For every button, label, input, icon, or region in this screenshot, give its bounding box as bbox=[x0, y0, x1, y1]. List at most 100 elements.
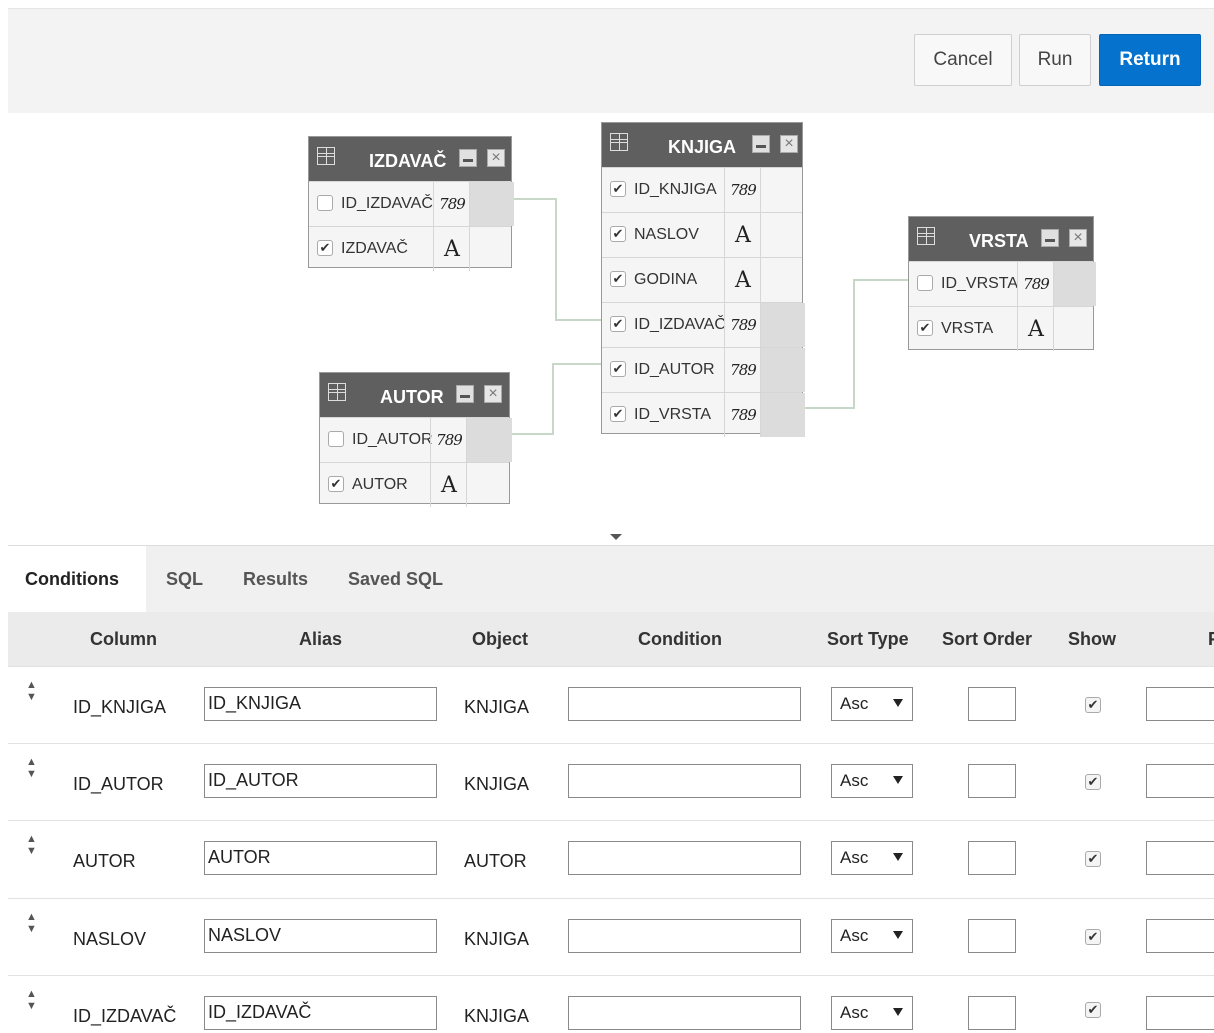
column-checkbox[interactable]: ✔ bbox=[917, 320, 933, 336]
number-type-icon: 789 bbox=[724, 303, 761, 347]
sort-order-input[interactable] bbox=[968, 919, 1016, 953]
column-name: GODINA bbox=[634, 271, 698, 288]
show-checkbox[interactable]: ✔ bbox=[1085, 774, 1101, 790]
alias-input[interactable]: ID_AUTOR bbox=[204, 764, 437, 798]
sort-order-input[interactable] bbox=[968, 687, 1016, 721]
sort-type-select[interactable]: Asc bbox=[831, 996, 913, 1030]
move-arrows[interactable]: ▲ ▼ bbox=[26, 833, 37, 857]
show-checkbox[interactable]: ✔ bbox=[1085, 697, 1101, 713]
minimize-icon[interactable] bbox=[459, 149, 477, 167]
dropdown-arrow-icon bbox=[893, 1008, 903, 1016]
move-down-icon[interactable]: ▼ bbox=[26, 768, 37, 780]
move-up-icon[interactable]: ▲ bbox=[26, 833, 37, 845]
sort-type-value: Asc bbox=[840, 771, 869, 790]
move-arrows[interactable]: ▲ ▼ bbox=[26, 911, 37, 935]
close-icon[interactable]: × bbox=[487, 149, 505, 167]
move-down-icon[interactable]: ▼ bbox=[26, 923, 37, 935]
move-up-icon[interactable]: ▲ bbox=[26, 756, 37, 768]
join-line-autor-knjiga bbox=[510, 363, 601, 435]
move-down-icon[interactable]: ▼ bbox=[26, 845, 37, 857]
column-checkbox[interactable]: ✔ bbox=[610, 361, 626, 377]
condition-input[interactable] bbox=[568, 764, 801, 798]
show-checkbox[interactable]: ✔ bbox=[1085, 1002, 1101, 1018]
run-button[interactable]: Run bbox=[1019, 34, 1091, 86]
condition-input[interactable] bbox=[568, 841, 801, 875]
minimize-icon[interactable] bbox=[1041, 229, 1059, 247]
tab-sql[interactable]: SQL bbox=[166, 546, 203, 612]
sort-order-input[interactable] bbox=[968, 996, 1016, 1030]
column-checkbox[interactable]: ✔ bbox=[610, 271, 626, 287]
move-down-icon[interactable]: ▼ bbox=[26, 1000, 37, 1012]
sort-type-select[interactable]: Asc bbox=[831, 919, 913, 953]
function-input[interactable] bbox=[1146, 919, 1214, 953]
return-button[interactable]: Return bbox=[1099, 34, 1201, 86]
table-header[interactable]: IZDAVAČ × bbox=[309, 137, 511, 181]
minimize-icon[interactable] bbox=[752, 135, 770, 153]
show-checkbox[interactable]: ✔ bbox=[1085, 929, 1101, 945]
function-input[interactable] bbox=[1146, 996, 1214, 1030]
function-input[interactable] bbox=[1146, 841, 1214, 875]
move-up-icon[interactable]: ▲ bbox=[26, 679, 37, 691]
move-down-icon[interactable]: ▼ bbox=[26, 691, 37, 703]
alias-input[interactable]: NASLOV bbox=[204, 919, 437, 953]
sort-order-input[interactable] bbox=[968, 764, 1016, 798]
function-input[interactable] bbox=[1146, 687, 1214, 721]
splitter[interactable] bbox=[8, 532, 1214, 546]
column-checkbox[interactable]: ✔ bbox=[610, 181, 626, 197]
move-arrows[interactable]: ▲ ▼ bbox=[26, 756, 37, 780]
dropdown-arrow-icon bbox=[893, 931, 903, 939]
table-column-row: ✔ VRSTA A bbox=[909, 306, 1093, 351]
move-arrows[interactable]: ▲ ▼ bbox=[26, 988, 37, 1012]
tab-conditions[interactable]: Conditions bbox=[8, 546, 146, 612]
sort-type-select[interactable]: Asc bbox=[831, 687, 913, 721]
condition-input[interactable] bbox=[568, 687, 801, 721]
header-condition: Condition bbox=[638, 629, 722, 649]
move-up-icon[interactable]: ▲ bbox=[26, 911, 37, 923]
column-checkbox[interactable] bbox=[317, 195, 333, 211]
table-header[interactable]: AUTOR × bbox=[320, 373, 509, 417]
close-icon[interactable]: × bbox=[484, 385, 502, 403]
tab-saved-sql[interactable]: Saved SQL bbox=[348, 546, 443, 612]
object-name: AUTOR bbox=[464, 851, 527, 871]
sort-type-select[interactable]: Asc bbox=[831, 764, 913, 798]
header-show: Show bbox=[1068, 629, 1116, 649]
table-knjiga[interactable]: KNJIGA × ✔ ID_KNJIGA 789 ✔ NASLOV A ✔ GO… bbox=[601, 122, 805, 437]
table-izdavac[interactable]: IZDAVAČ × ID_IZDAVAČ 789 ✔ IZDAVAČ A bbox=[308, 136, 514, 271]
condition-input[interactable] bbox=[568, 996, 801, 1030]
key-cell bbox=[466, 463, 512, 507]
sort-type-value: Asc bbox=[840, 848, 869, 867]
table-column-row: ✔ ID_IZDAVAČ 789 bbox=[602, 302, 805, 347]
cancel-button[interactable]: Cancel bbox=[914, 34, 1012, 86]
column-checkbox[interactable]: ✔ bbox=[610, 226, 626, 242]
grid-icon bbox=[610, 133, 628, 151]
move-arrows[interactable]: ▲ ▼ bbox=[26, 679, 37, 703]
alias-input[interactable]: AUTOR bbox=[204, 841, 437, 875]
close-icon[interactable]: × bbox=[1069, 229, 1087, 247]
column-checkbox[interactable]: ✔ bbox=[328, 476, 344, 492]
tab-results[interactable]: Results bbox=[243, 546, 308, 612]
table-column-row: ✔ GODINA A bbox=[602, 257, 802, 302]
column-checkbox[interactable] bbox=[917, 275, 933, 291]
move-up-icon[interactable]: ▲ bbox=[26, 988, 37, 1000]
alias-input[interactable]: ID_KNJIGA bbox=[204, 687, 437, 721]
column-checkbox[interactable]: ✔ bbox=[317, 240, 333, 256]
show-checkbox[interactable]: ✔ bbox=[1085, 851, 1101, 867]
alias-input[interactable]: ID_IZDAVAČ bbox=[204, 996, 437, 1030]
table-header[interactable]: KNJIGA × bbox=[602, 123, 802, 167]
table-autor[interactable]: AUTOR × ID_AUTOR 789 ✔ AUTOR A bbox=[319, 372, 512, 507]
close-icon[interactable]: × bbox=[780, 135, 798, 153]
condition-input[interactable] bbox=[568, 919, 801, 953]
table-vrsta[interactable]: VRSTA × ID_VRSTA 789 ✔ VRSTA A bbox=[908, 216, 1096, 351]
sort-type-select[interactable]: Asc bbox=[831, 841, 913, 875]
collapse-caret-icon[interactable] bbox=[610, 534, 622, 540]
sort-order-input[interactable] bbox=[968, 841, 1016, 875]
table-column-row: ✔ ID_AUTOR 789 bbox=[602, 347, 805, 392]
column-checkbox[interactable]: ✔ bbox=[610, 316, 626, 332]
tab-label: Conditions bbox=[25, 568, 119, 589]
minimize-icon[interactable] bbox=[456, 385, 474, 403]
column-checkbox[interactable]: ✔ bbox=[610, 406, 626, 422]
table-header[interactable]: VRSTA × bbox=[909, 217, 1093, 261]
function-input[interactable] bbox=[1146, 764, 1214, 798]
table-column-row: ✔ AUTOR A bbox=[320, 462, 509, 507]
column-checkbox[interactable] bbox=[328, 431, 344, 447]
